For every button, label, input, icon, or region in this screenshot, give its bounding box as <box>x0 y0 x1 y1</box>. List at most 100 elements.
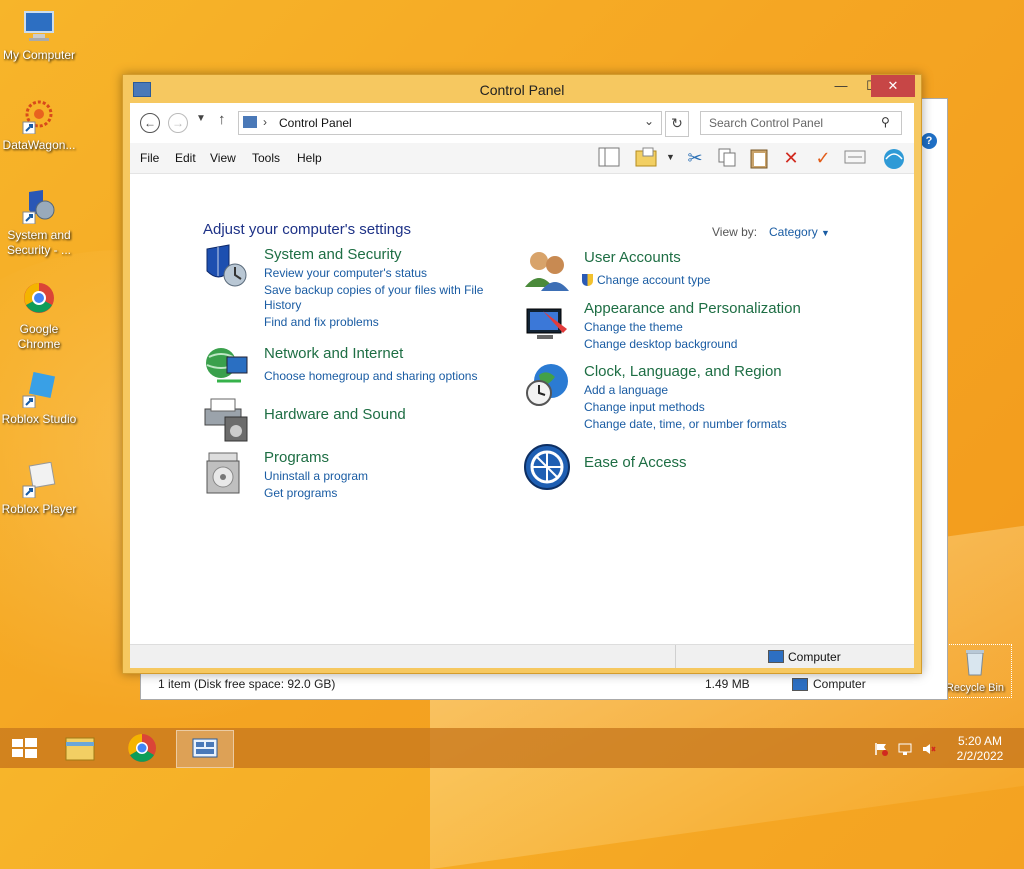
menu-tools[interactable]: Tools <box>252 151 280 165</box>
menu-file[interactable]: File <box>140 151 159 165</box>
delete-icon[interactable]: ✕ <box>780 147 802 169</box>
folder-options-icon[interactable] <box>635 147 657 169</box>
properties-icon[interactable] <box>844 147 866 169</box>
breadcrumb[interactable]: Control Panel <box>279 116 352 130</box>
category-clock-language-region[interactable]: Clock, Language, and Region <box>584 363 782 380</box>
menu-view[interactable]: View <box>210 151 236 165</box>
search-input[interactable]: Search Control Panel ⚲ <box>700 111 902 135</box>
status-bar: Computer <box>130 644 914 668</box>
chevron-down-icon[interactable]: ▼ <box>666 152 675 162</box>
clock-globe-icon[interactable] <box>523 361 571 409</box>
programs-icon[interactable] <box>203 449 251 497</box>
taskbar-control-panel[interactable] <box>176 730 234 768</box>
appearance-monitor-icon[interactable] <box>523 299 571 347</box>
layout-pane-icon[interactable] <box>598 147 620 169</box>
desktop-icon-label: DataWagon... <box>2 138 76 152</box>
link-find-fix-problems[interactable]: Find and fix problems <box>264 315 379 330</box>
desktop-icon-roblox-studio[interactable]: Roblox Studio <box>0 371 80 427</box>
help-icon[interactable]: ? <box>921 133 937 149</box>
menu-help[interactable]: Help <box>297 151 322 165</box>
category-network-internet[interactable]: Network and Internet <box>264 345 403 362</box>
user-accounts-icon[interactable] <box>523 247 571 295</box>
up-button[interactable]: ↑ <box>218 111 226 128</box>
desktop-icon-label: System and Security - ... <box>6 228 71 257</box>
clock-date: 2/2/2022 <box>956 749 1004 763</box>
taskbar: 5:20 AM 2/2/2022 <box>0 728 1024 768</box>
category-appearance[interactable]: Appearance and Personalization <box>584 300 801 317</box>
back-button[interactable]: ← <box>140 113 160 133</box>
link-homegroup-sharing[interactable]: Choose homegroup and sharing options <box>264 369 477 384</box>
minimize-button[interactable]: — <box>828 75 854 97</box>
close-button[interactable]: ✕ <box>871 75 915 97</box>
desktop-icon-my-computer[interactable]: My Computer <box>0 8 80 63</box>
system-clock[interactable]: 5:20 AM 2/2/2022 <box>950 734 1010 764</box>
computer-icon <box>21 8 57 44</box>
chevron-down-icon[interactable]: ⌄ <box>644 114 654 128</box>
desktop-icon-chrome[interactable]: Google Chrome <box>0 282 80 352</box>
cut-icon[interactable]: ✂ <box>684 147 706 169</box>
desktop-icon-recycle-bin[interactable]: Recycle Bin <box>938 644 1012 698</box>
printer-icon[interactable] <box>203 395 251 443</box>
link-get-programs[interactable]: Get programs <box>264 486 337 501</box>
link-add-language[interactable]: Add a language <box>584 383 668 398</box>
security-shield-icon[interactable] <box>203 243 251 291</box>
link-review-status[interactable]: Review your computer's status <box>264 266 427 281</box>
link-save-backup-cont[interactable]: History <box>264 298 301 313</box>
link-save-backup[interactable]: Save backup copies of your files with Fi… <box>264 283 483 298</box>
checkmark-icon[interactable]: ✓ <box>812 147 834 169</box>
action-center-flag-icon[interactable] <box>874 742 888 756</box>
link-change-date-time-formats[interactable]: Change date, time, or number formats <box>584 417 787 432</box>
view-by-value: Category <box>769 225 818 239</box>
forward-button[interactable]: → <box>168 113 188 133</box>
control-panel-window[interactable]: Control Panel — ☐ ✕ ← → ▼ ↑ › Control Pa… <box>122 74 922 674</box>
link-uninstall-program[interactable]: Uninstall a program <box>264 469 368 484</box>
title-bar[interactable]: Control Panel — ☐ ✕ <box>123 75 921 103</box>
windows-logo-icon <box>12 738 37 758</box>
address-bar[interactable]: › Control Panel ⌄ <box>238 111 662 135</box>
link-change-account-type[interactable]: Change account type <box>582 273 710 288</box>
network-globe-icon[interactable] <box>203 343 251 391</box>
link-change-input-methods[interactable]: Change input methods <box>584 400 705 415</box>
computer-icon <box>768 650 784 663</box>
window-title: Control Panel <box>479 82 565 98</box>
search-placeholder: Search Control Panel <box>709 116 824 130</box>
status-items-text: 1 item (Disk free space: 92.0 GB) <box>158 677 336 691</box>
search-icon[interactable]: ⚲ <box>881 115 890 129</box>
computer-icon <box>792 678 808 691</box>
category-programs[interactable]: Programs <box>264 449 329 466</box>
link-change-theme[interactable]: Change the theme <box>584 320 683 335</box>
background-status-bar: 1 item (Disk free space: 92.0 GB) 1.49 M… <box>150 672 918 695</box>
refresh-button[interactable]: ↻ <box>665 111 689 137</box>
link-change-desktop-background[interactable]: Change desktop background <box>584 337 737 352</box>
category-ease-of-access[interactable]: Ease of Access <box>584 454 687 471</box>
view-by-label: View by: <box>712 225 758 239</box>
control-panel-icon <box>243 116 257 128</box>
chevron-right-icon[interactable]: › <box>263 115 267 129</box>
window-content: ← → ▼ ↑ › Control Panel ⌄ ↻ Search Contr… <box>130 103 914 668</box>
ease-of-access-icon[interactable] <box>523 443 571 491</box>
start-button[interactable] <box>0 730 48 766</box>
category-user-accounts[interactable]: User Accounts <box>584 249 681 266</box>
recycle-bin-icon <box>963 647 987 677</box>
roblox-player-icon <box>21 461 57 499</box>
chrome-icon <box>128 734 156 762</box>
category-hardware-sound[interactable]: Hardware and Sound <box>264 406 406 423</box>
taskbar-chrome[interactable] <box>114 730 170 766</box>
desktop-icon-system-security[interactable]: System and Security - ... <box>0 188 80 258</box>
taskbar-file-explorer[interactable] <box>52 730 108 766</box>
status-location-text: Computer <box>788 650 841 664</box>
shell-icon[interactable] <box>882 147 904 169</box>
chevron-down-icon: ▼ <box>821 228 830 238</box>
volume-muted-icon[interactable] <box>922 742 936 754</box>
category-system-security[interactable]: System and Security <box>264 246 402 263</box>
control-panel-icon <box>192 738 218 758</box>
paste-icon[interactable] <box>748 147 770 169</box>
desktop-icon-datawagon[interactable]: DataWagon... <box>0 98 80 153</box>
network-icon[interactable] <box>898 742 912 755</box>
menu-edit[interactable]: Edit <box>175 151 196 165</box>
desktop-icon-roblox-player[interactable]: Roblox Player <box>0 461 80 517</box>
recent-locations-dropdown[interactable]: ▼ <box>196 113 206 124</box>
view-by-dropdown[interactable]: Category ▼ <box>769 225 830 239</box>
status-separator <box>675 645 676 668</box>
copy-icon[interactable] <box>716 147 738 169</box>
